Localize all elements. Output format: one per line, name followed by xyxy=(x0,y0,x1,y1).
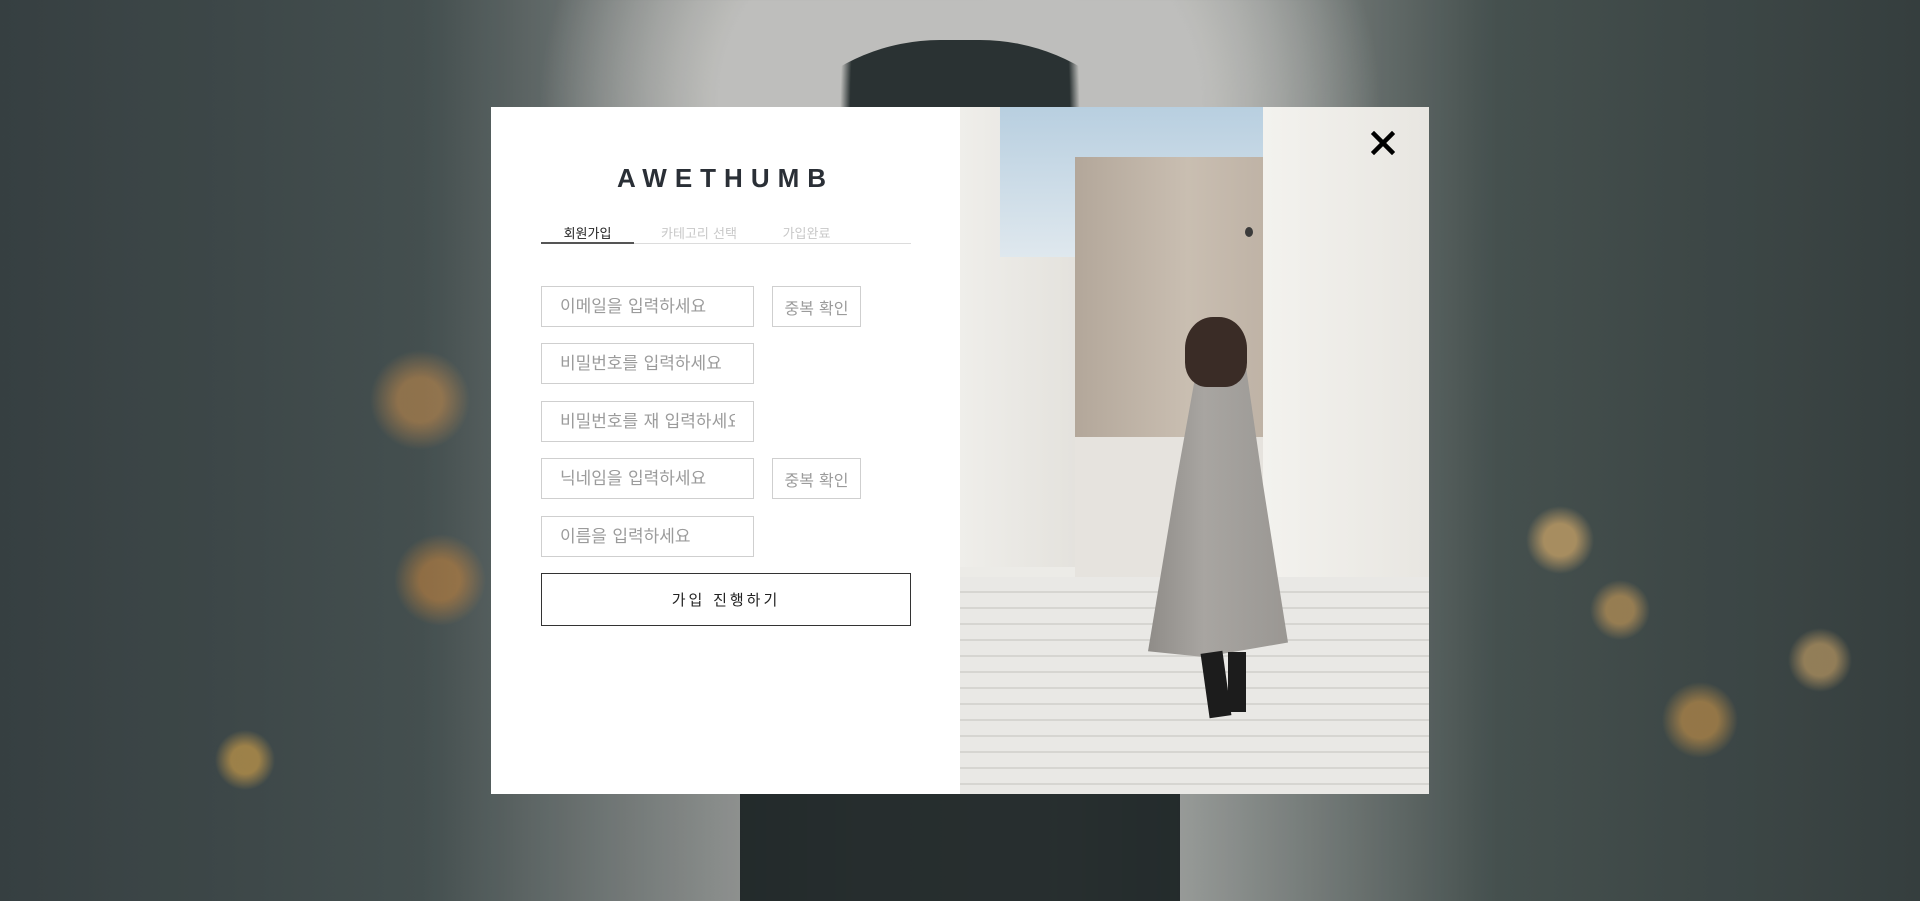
signup-steps: 회원가입 카테고리 선택 가입완료 xyxy=(541,223,911,244)
email-duplicate-check-button[interactable]: 중복 확인 xyxy=(772,286,861,327)
password-confirm-input[interactable] xyxy=(541,401,754,442)
tab-category[interactable]: 카테고리 선택 xyxy=(634,223,764,243)
tab-complete[interactable]: 가입완료 xyxy=(764,223,849,243)
name-input[interactable] xyxy=(541,516,754,557)
nickname-input[interactable] xyxy=(541,458,754,499)
email-input[interactable] xyxy=(541,286,754,327)
tab-signup[interactable]: 회원가입 xyxy=(541,223,634,244)
password-input[interactable] xyxy=(541,343,754,384)
signup-modal: AWETHUMB 회원가입 카테고리 선택 가입완료 중복 확인 중복 확인 가… xyxy=(491,107,1429,794)
close-icon[interactable] xyxy=(1365,125,1401,161)
promo-photo xyxy=(960,107,1429,794)
signup-submit-button[interactable]: 가입 진행하기 xyxy=(541,573,911,626)
signup-form-panel: AWETHUMB 회원가입 카테고리 선택 가입완료 중복 확인 중복 확인 가… xyxy=(491,107,960,794)
brand-logo: AWETHUMB xyxy=(616,163,835,193)
nickname-duplicate-check-button[interactable]: 중복 확인 xyxy=(772,458,861,499)
